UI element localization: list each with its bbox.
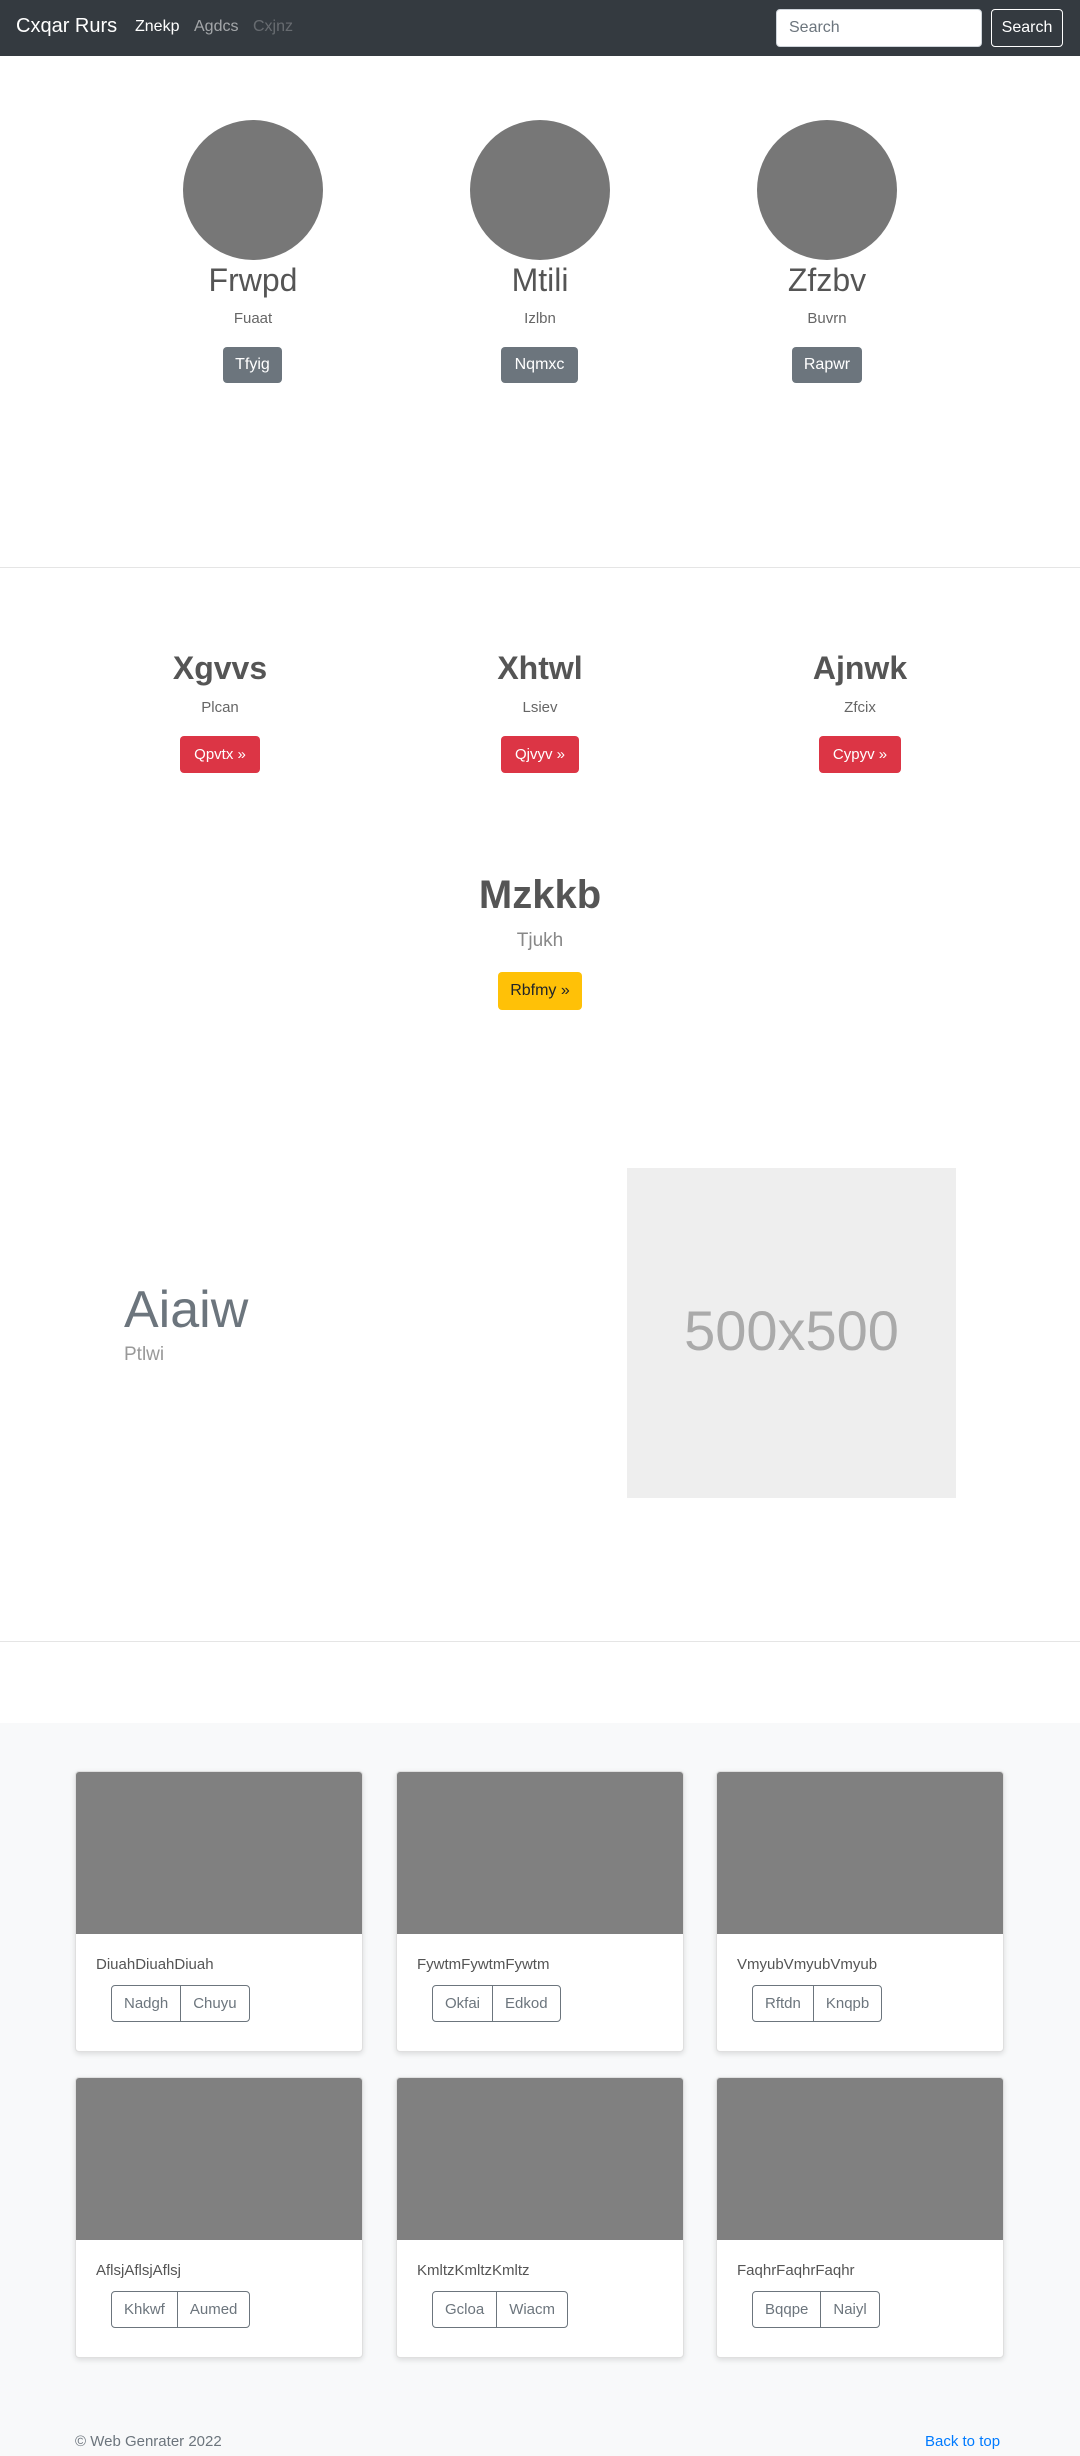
search-button[interactable]: Search — [991, 9, 1063, 47]
card-image — [717, 1772, 1003, 1934]
card-button-1[interactable]: Khkwf — [111, 2291, 178, 2328]
search-input[interactable] — [776, 9, 982, 47]
card-text: VmyubVmyubVmyub — [737, 1956, 878, 1973]
navbar-brand[interactable]: Cxqar Rurs — [16, 15, 117, 38]
main-feature-title: Mzkkb — [478, 873, 602, 917]
card-text: FywtmFywtmFywtm — [417, 1956, 550, 1973]
card-button-1[interactable]: Okfai — [432, 1985, 494, 2022]
card-button-2[interactable]: Wiacm — [496, 2291, 569, 2328]
person-button-1[interactable]: Tfyig — [223, 347, 282, 383]
card-button-2[interactable]: Aumed — [176, 2291, 251, 2328]
card-text: DiuahDiuahDiuah — [96, 1956, 214, 1973]
album-card: DiuahDiuahDiuah Nadgh Chuyu — [75, 1771, 363, 2052]
card-button-2[interactable]: Naiyl — [820, 2291, 880, 2328]
album-card: AflsjAflsjAflsj Khkwf Aumed — [75, 2077, 363, 2358]
card-button-group: Rftdn Knqpb — [752, 1985, 883, 2022]
card-text: AflsjAflsjAflsj — [96, 2262, 182, 2279]
card-text: KmltzKmltzKmltz — [417, 2262, 530, 2279]
card-image — [717, 2078, 1003, 2240]
placeholder-image: 500x500 — [627, 1168, 956, 1498]
nav-link-2[interactable]: Agdcs — [194, 18, 238, 36]
album-section: DiuahDiuahDiuah Nadgh Chuyu FywtmFywtmFy… — [0, 1723, 1080, 2456]
main-feature-sub: Tjukh — [516, 930, 564, 951]
card-text: FaqhrFaqhrFaqhr — [737, 2262, 855, 2279]
person-name-1: Frwpd — [208, 262, 298, 298]
card-image — [397, 2078, 683, 2240]
nav-link-1[interactable]: Znekp — [135, 18, 179, 36]
card-button-group: Khkwf Aumed — [111, 2291, 251, 2328]
hero-sub: Ptlwi — [124, 1344, 165, 1365]
avatar-3 — [757, 120, 897, 260]
feature-title-3: Ajnwk — [812, 650, 908, 686]
card-image — [397, 1772, 683, 1934]
feature-button-2[interactable]: Qjvyv » — [501, 736, 579, 773]
placeholder-image-label: 500x500 — [684, 1299, 899, 1362]
back-to-top-link[interactable]: Back to top — [925, 2433, 1000, 2450]
feature-title-1: Xgvvs — [172, 650, 268, 686]
album-card: KmltzKmltzKmltz Gcloa Wiacm — [396, 2077, 684, 2358]
card-button-2[interactable]: Edkod — [492, 1985, 561, 2022]
album-card: FaqhrFaqhrFaqhr Bqqpe Naiyl — [716, 2077, 1004, 2358]
feature-sub-2: Lsiev — [522, 699, 558, 716]
person-button-2[interactable]: Nqmxc — [501, 347, 578, 383]
person-sub-2: Izlbn — [524, 310, 556, 327]
hero-title: Aiaiw — [124, 1281, 249, 1339]
main-feature-button[interactable]: Rbfmy » — [498, 972, 582, 1010]
feature-button-3[interactable]: Cypyv » — [819, 736, 901, 773]
avatar-1 — [183, 120, 323, 260]
album-card: FywtmFywtmFywtm Okfai Edkod — [396, 1771, 684, 2052]
card-button-1[interactable]: Bqqpe — [752, 2291, 822, 2328]
person-name-3: Zfzbv — [787, 262, 867, 298]
card-button-group: Okfai Edkod — [432, 1985, 561, 2022]
footer-copyright: © Web Genrater 2022 — [75, 2433, 222, 2450]
card-image — [76, 1772, 362, 1934]
album-card: VmyubVmyubVmyub Rftdn Knqpb — [716, 1771, 1004, 2052]
navbar: Cxqar Rurs Znekp Agdcs Cxjnz Search — [0, 0, 1080, 56]
card-button-group: Nadgh Chuyu — [111, 1985, 250, 2022]
feature-sub-3: Zfcix — [844, 699, 876, 716]
feature-sub-1: Plcan — [201, 699, 239, 716]
card-button-group: Gcloa Wiacm — [432, 2291, 569, 2328]
card-button-2[interactable]: Knqpb — [812, 1985, 883, 2022]
nav-link-3[interactable]: Cxjnz — [253, 18, 293, 36]
card-button-1[interactable]: Rftdn — [752, 1985, 814, 2022]
avatar-2 — [470, 120, 610, 260]
section-divider-1 — [0, 567, 1080, 568]
card-image — [76, 2078, 362, 2240]
card-button-1[interactable]: Gcloa — [432, 2291, 498, 2328]
person-button-3[interactable]: Rapwr — [792, 347, 862, 383]
person-sub-1: Fuaat — [233, 310, 273, 327]
card-button-group: Bqqpe Naiyl — [752, 2291, 880, 2328]
card-button-2[interactable]: Chuyu — [180, 1985, 250, 2022]
feature-title-2: Xhtwl — [497, 650, 583, 686]
section-divider-2 — [0, 1641, 1080, 1642]
person-sub-3: Buvrn — [807, 310, 847, 327]
feature-button-1[interactable]: Qpvtx » — [180, 736, 260, 773]
card-button-1[interactable]: Nadgh — [111, 1985, 182, 2022]
person-name-2: Mtili — [511, 262, 569, 298]
